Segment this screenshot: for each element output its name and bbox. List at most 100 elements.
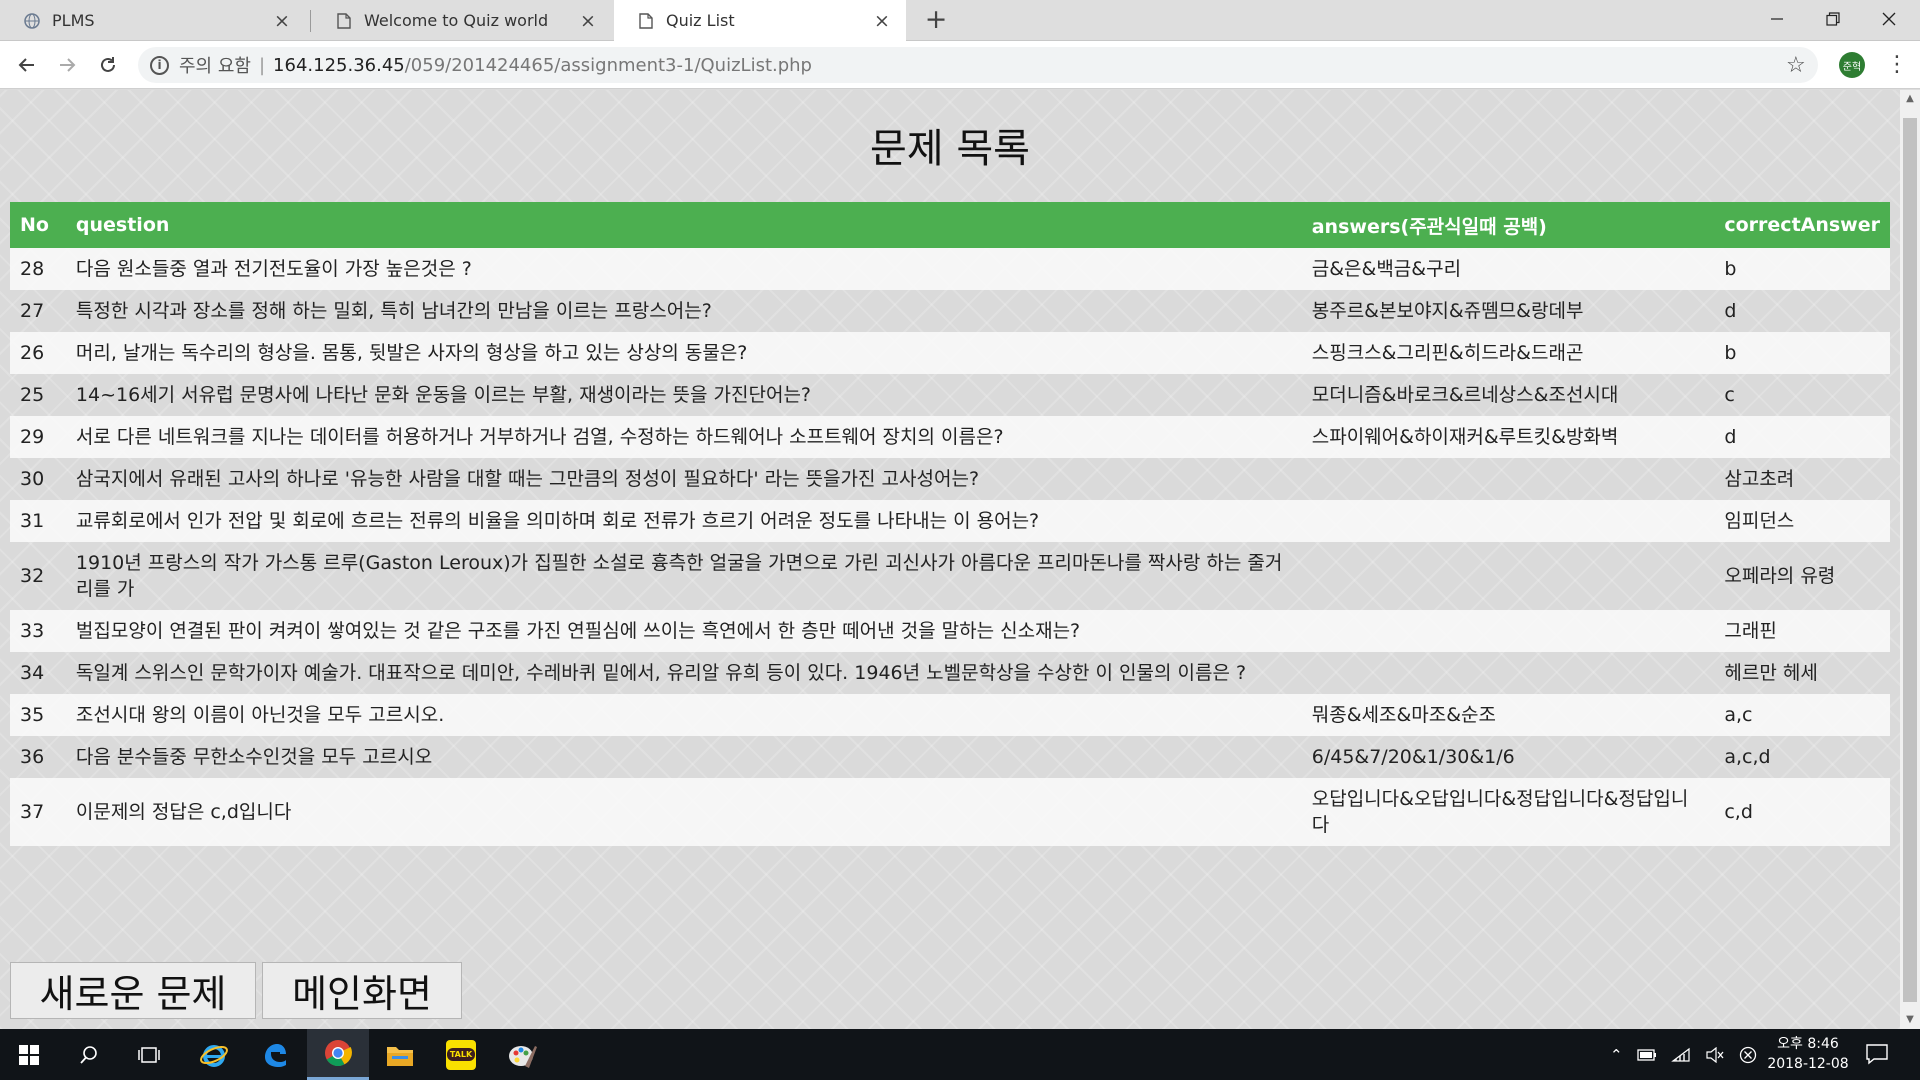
cell-correct-answer: a,c,d [1724,746,1771,768]
windows-taskbar: TALK ⌃ 오후 8:46 2018-12-08 [0,1029,1920,1080]
profile-avatar[interactable]: 준혁 [1839,52,1865,78]
close-tab-icon[interactable]: × [872,11,892,31]
page-icon [638,12,654,29]
cell-correct-answer: 헤르만 헤세 [1724,662,1818,684]
close-tab-icon[interactable]: × [578,11,598,31]
page-title: 문제 목록 [870,126,1030,172]
scrollbar-thumb[interactable] [1903,118,1917,1002]
more-menu-icon[interactable]: ⋮ [1886,51,1908,79]
column-header-question: question [65,202,1302,248]
forward-arrow-icon [60,58,76,72]
taskbar-clock[interactable]: 오후 8:46 2018-12-08 [1758,1034,1858,1074]
cell-correct-answer: a,c [1714,694,1890,736]
url-path: /059/201424465/assignment3-1/QuizList.ph… [404,54,812,76]
ime-status-icon[interactable] [1739,1046,1757,1064]
tab-welcome[interactable]: Welcome to Quiz world × [312,0,612,41]
back-arrow-icon [18,58,34,72]
cell-answers: 스핑크스&그리핀&히드라&드래곤 [1301,332,1715,374]
table-row: 29 서로 다른 네트워크를 지나는 데이터를 허용하거나 거부하거나 검열, 수… [10,416,1890,458]
action-center-icon[interactable] [1864,1041,1890,1067]
add-question-button[interactable]: 새로운 문제 추가 [10,962,256,1029]
cell-no: 37 [10,778,66,846]
forward-button[interactable] [52,50,82,80]
column-header-no: No [10,202,66,248]
cell-correct-answer: d [1724,300,1737,322]
cell-question: 이문제의 정답은 c,d입니다 [65,778,1302,846]
tab-title: Welcome to Quiz world [364,11,549,30]
table-row: 27 특정한 시각과 장소를 정해 하는 밀회, 특히 남녀간의 만남을 이르는 … [10,290,1890,332]
taskbar-search[interactable] [60,1029,118,1080]
paint-taskbar[interactable] [493,1029,551,1080]
wifi-icon[interactable] [1670,1047,1691,1063]
cell-no: 26 [10,332,66,374]
scroll-down-arrow-icon[interactable]: ▼ [1900,1011,1920,1029]
internet-explorer-taskbar[interactable] [185,1029,243,1080]
globe-icon [24,12,40,29]
main-page-button[interactable]: 메인화면으로 [262,962,462,1029]
cell-no: 33 [10,610,66,652]
cell-answers: 오답입니다&오답입니다&정답입니다&정답입니다 [1301,778,1715,846]
kakaotalk-icon-label: TALK [446,1048,476,1061]
cell-question: 교류회로에서 인가 전압 및 회로에 흐르는 전류의 비율을 의미하며 회로 전… [65,500,1302,542]
cell-correct-answer: 삼고초려 [1724,468,1795,490]
start-button[interactable] [0,1029,58,1080]
table-body: 28 다음 원소들중 열과 전기전도율이 가장 높은것은 ? 금&은&백금&구리 b 2… [10,248,1890,846]
task-view-button[interactable] [120,1029,178,1080]
file-explorer-taskbar[interactable] [371,1029,429,1080]
page-viewport: 문제 목록 No question answers(주관식일때 공백) corr… [0,90,1900,1029]
table-row: 37 이문제의 정답은 c,d입니다 오답입니다&오답입니다&정답입니다&정답입니다… [10,778,1890,846]
edge-taskbar[interactable] [246,1029,304,1080]
cell-no: 27 [20,300,45,322]
table-row: 31 교류회로에서 인가 전압 및 회로에 흐르는 전류의 비율을 의미하며 회로… [10,500,1890,542]
minimize-icon [1771,18,1783,20]
cell-answers: 봉주르&본보야지&쥬뗌므&랑데부 [1311,300,1584,322]
new-tab-button[interactable]: + [922,6,950,34]
close-tab-icon[interactable]: × [272,11,292,31]
cell-no: 25 [20,384,45,406]
chrome-taskbar[interactable] [307,1029,369,1080]
table-row: 25 14~16세기 서유럽 문명사에 나타난 문화 운동을 이르는 부활, 재생… [10,374,1890,416]
close-window-button[interactable] [1862,0,1916,38]
tab-quiz-list[interactable]: Quiz List × [614,0,906,41]
vertical-scrollbar[interactable]: ▲ ▼ [1900,90,1920,1029]
internet-explorer-icon [200,1044,228,1067]
edge-icon [265,1043,286,1067]
bookmark-star-icon[interactable]: ☆ [1786,53,1806,78]
back-button[interactable] [12,50,42,80]
kakaotalk-taskbar[interactable]: TALK [432,1029,490,1080]
column-header-correct-answer: correctAnswer [1714,202,1890,248]
security-warning: 주의 요함 [179,56,251,77]
minimize-button[interactable] [1750,0,1804,38]
page-icon [336,12,352,29]
reload-icon [101,57,115,72]
chrome-icon [325,1040,352,1067]
table-header-row: No question answers(주관식일때 공백) correctAns… [10,202,1890,248]
cell-correct-answer: 그래핀 [1714,610,1890,652]
reload-button[interactable] [93,50,123,80]
table-row: 34 독일계 스위스인 문학가이자 예술가. 대표작으로 데미안, 수레바퀴 밑에… [10,652,1890,694]
address-separator: | [258,54,266,76]
battery-icon[interactable] [1636,1048,1657,1061]
cell-question: 1910년 프랑스의 작가 가스통 르루(Gaston Leroux)가 집필한… [75,552,1283,600]
tab-plms[interactable]: PLMS × [0,0,306,41]
cell-answers [1301,610,1715,652]
restore-icon [1826,12,1840,26]
action-buttons: 새로운 문제 추가 메인화면으로 [10,962,462,1029]
tab-divider [310,10,311,32]
file-explorer-icon [387,1046,413,1066]
info-icon[interactable]: i [150,55,169,75]
restore-button[interactable] [1806,0,1860,38]
quiz-table: No question answers(주관식일때 공백) correctAns… [10,202,1890,846]
cell-no: 32 [20,565,45,587]
table-row: 26 머리, 날개는 독수리의 형상을. 몸통, 뒷발은 사자의 형상을 하고 있… [10,332,1890,374]
show-hidden-icons-icon[interactable]: ⌃ [1610,1046,1623,1064]
cell-question: 머리, 날개는 독수리의 형상을. 몸통, 뒷발은 사자의 형상을 하고 있는 … [65,332,1302,374]
volume-mute-icon[interactable] [1705,1046,1725,1063]
paint-icon [509,1045,537,1068]
table-row: 28 다음 원소들중 열과 전기전도율이 가장 높은것은 ? 금&은&백금&구리 b [10,248,1890,290]
clock-time: 오후 8:46 [1777,1036,1839,1052]
scroll-up-arrow-icon[interactable]: ▲ [1900,90,1920,108]
address-bar[interactable]: i 주의 요함 | 164.125.36.45/059/201424465/as… [138,47,1818,83]
cell-correct-answer: c,d [1714,778,1890,846]
tab-title: Quiz List [666,11,735,30]
